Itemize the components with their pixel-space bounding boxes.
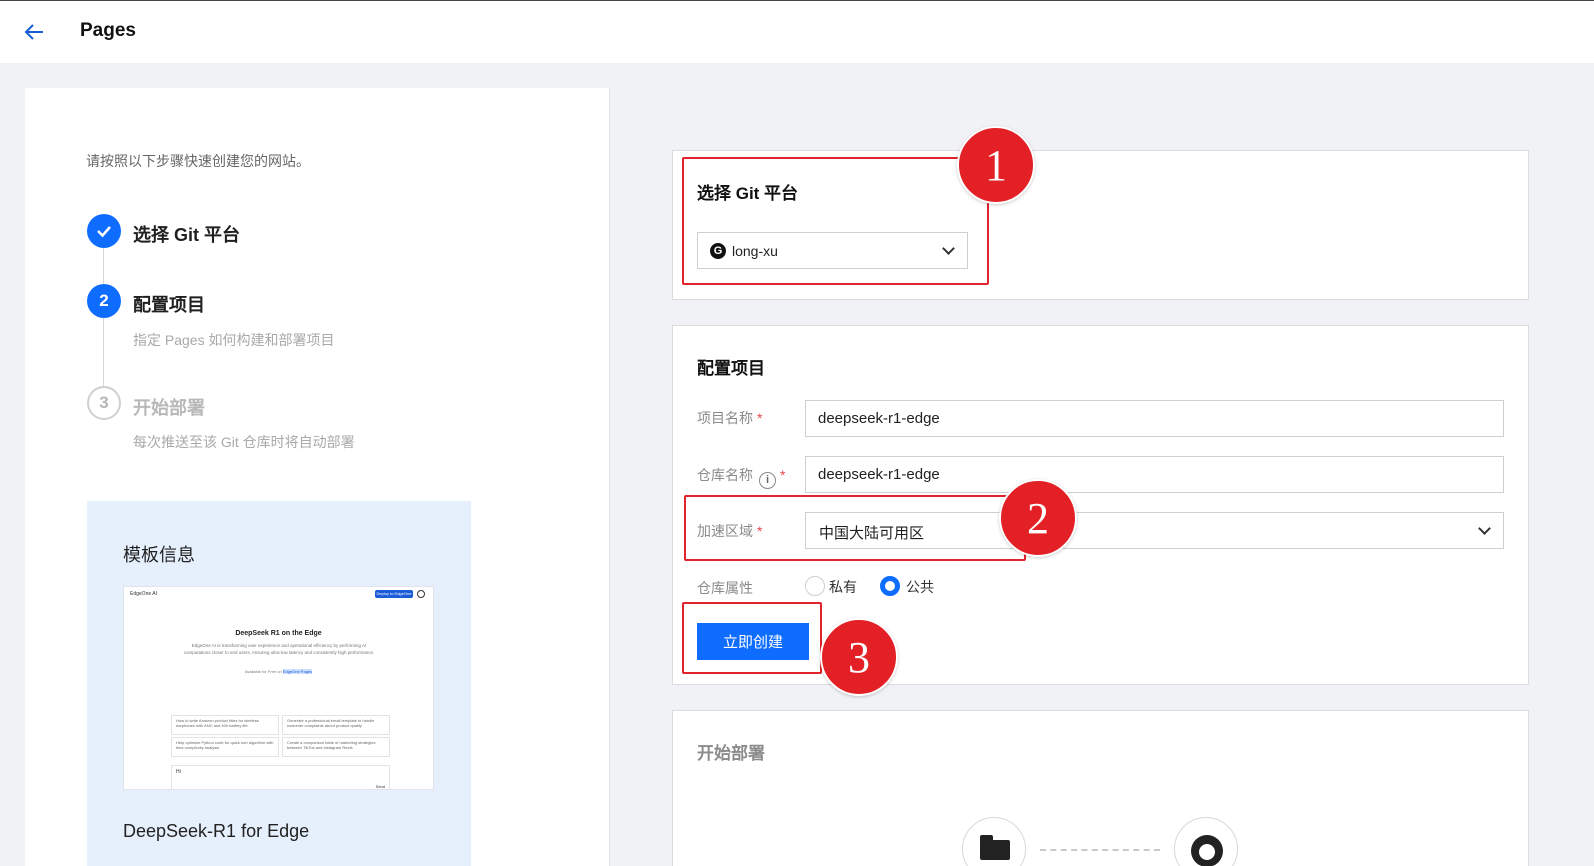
- radio-public-label[interactable]: 公共: [906, 577, 934, 597]
- github-icon: [1191, 835, 1223, 866]
- preview-send-button: Send: [375, 784, 385, 789]
- repo-name-input[interactable]: deepseek-r1-edge: [805, 456, 1504, 493]
- preview-deploy-button: Deploy to EdgeOne: [375, 590, 413, 598]
- annotation-box-3: [682, 602, 822, 674]
- repo-name-label-text: 仓库名称: [697, 467, 753, 483]
- preview-avail-link: EdgeOne Pages: [282, 669, 313, 674]
- preview-availability: Available for Free on EdgeOne Pages: [124, 669, 433, 674]
- step-3-desc: 每次推送至该 Git 仓库时将自动部署: [133, 434, 355, 450]
- annotation-badge-3: 3: [820, 618, 898, 696]
- step-connector: [103, 248, 104, 288]
- radio-private-label[interactable]: 私有: [829, 577, 857, 597]
- step-done-check-icon: [87, 214, 121, 248]
- deploy-connector: [1040, 849, 1160, 851]
- step-connector: [103, 318, 104, 388]
- page-title: Pages: [80, 20, 136, 41]
- annotation-badge-2: 2: [999, 479, 1077, 557]
- intro-text: 请按照以下步骤快速创建您的网站。: [86, 153, 310, 169]
- step-2-title: 配置项目: [133, 295, 205, 315]
- annotation-badge-1: 1: [957, 126, 1035, 204]
- step-3-number: 3: [87, 386, 121, 420]
- preview-prompt-card: How to write Amazon product titles for w…: [171, 715, 279, 735]
- preview-brand: EdgeOne AI: [130, 591, 157, 597]
- step-3-title: 开始部署: [133, 398, 205, 418]
- project-name-input[interactable]: deepseek-r1-edge: [805, 400, 1504, 437]
- deploy-source-circle: [962, 817, 1026, 866]
- chevron-down-icon: [1478, 522, 1491, 535]
- top-bar: Pages: [0, 0, 1594, 63]
- preview-desc: EdgeOne AI is transforming user experien…: [183, 643, 375, 655]
- template-info-box: 模板信息 EdgeOne AI Deploy to EdgeOne DeepSe…: [87, 501, 471, 866]
- preview-prompt-card: Help optimize Python code for quick sort…: [171, 737, 279, 757]
- info-icon[interactable]: i: [759, 472, 776, 489]
- required-mark: *: [757, 410, 763, 426]
- arrow-left-icon[interactable]: [22, 21, 46, 43]
- step-1-title: 选择 Git 平台: [133, 225, 240, 245]
- template-heading: 模板信息: [123, 545, 195, 565]
- annotation-box-1: [682, 157, 989, 285]
- project-name-label-text: 项目名称: [697, 410, 753, 426]
- preview-avail-prefix: Available for Free on: [244, 669, 282, 674]
- radio-public[interactable]: [880, 576, 900, 596]
- template-preview-image: EdgeOne AI Deploy to EdgeOne DeepSeek R1…: [123, 586, 434, 790]
- preview-title: DeepSeek R1 on the Edge: [235, 630, 322, 637]
- config-title: 配置项目: [697, 359, 765, 378]
- project-name-label: 项目名称 *: [697, 408, 762, 428]
- preview-github-icon: [417, 590, 425, 598]
- steps-panel: 请按照以下步骤快速创建您的网站。 选择 Git 平台 2 配置项目 指定 Pag…: [25, 88, 610, 866]
- visibility-label: 仓库属性: [697, 580, 753, 596]
- radio-private[interactable]: [805, 576, 825, 596]
- deploy-title: 开始部署: [697, 744, 765, 763]
- deploy-target-circle: [1174, 817, 1238, 866]
- annotation-box-2: [684, 495, 1026, 561]
- required-mark: *: [780, 467, 786, 483]
- template-name: DeepSeek-R1 for Edge: [123, 821, 310, 841]
- preview-prompt-card: Generate a professional email template t…: [282, 715, 390, 735]
- folder-icon: [980, 835, 1010, 860]
- repo-name-label: 仓库名称 i *: [697, 465, 785, 489]
- step-2-number: 2: [87, 284, 121, 318]
- step-2-desc: 指定 Pages 如何构建和部署项目: [133, 332, 335, 348]
- preview-prompt-card: Create a comparison table of marketing s…: [282, 737, 390, 757]
- deploy-card: 开始部署: [672, 710, 1529, 866]
